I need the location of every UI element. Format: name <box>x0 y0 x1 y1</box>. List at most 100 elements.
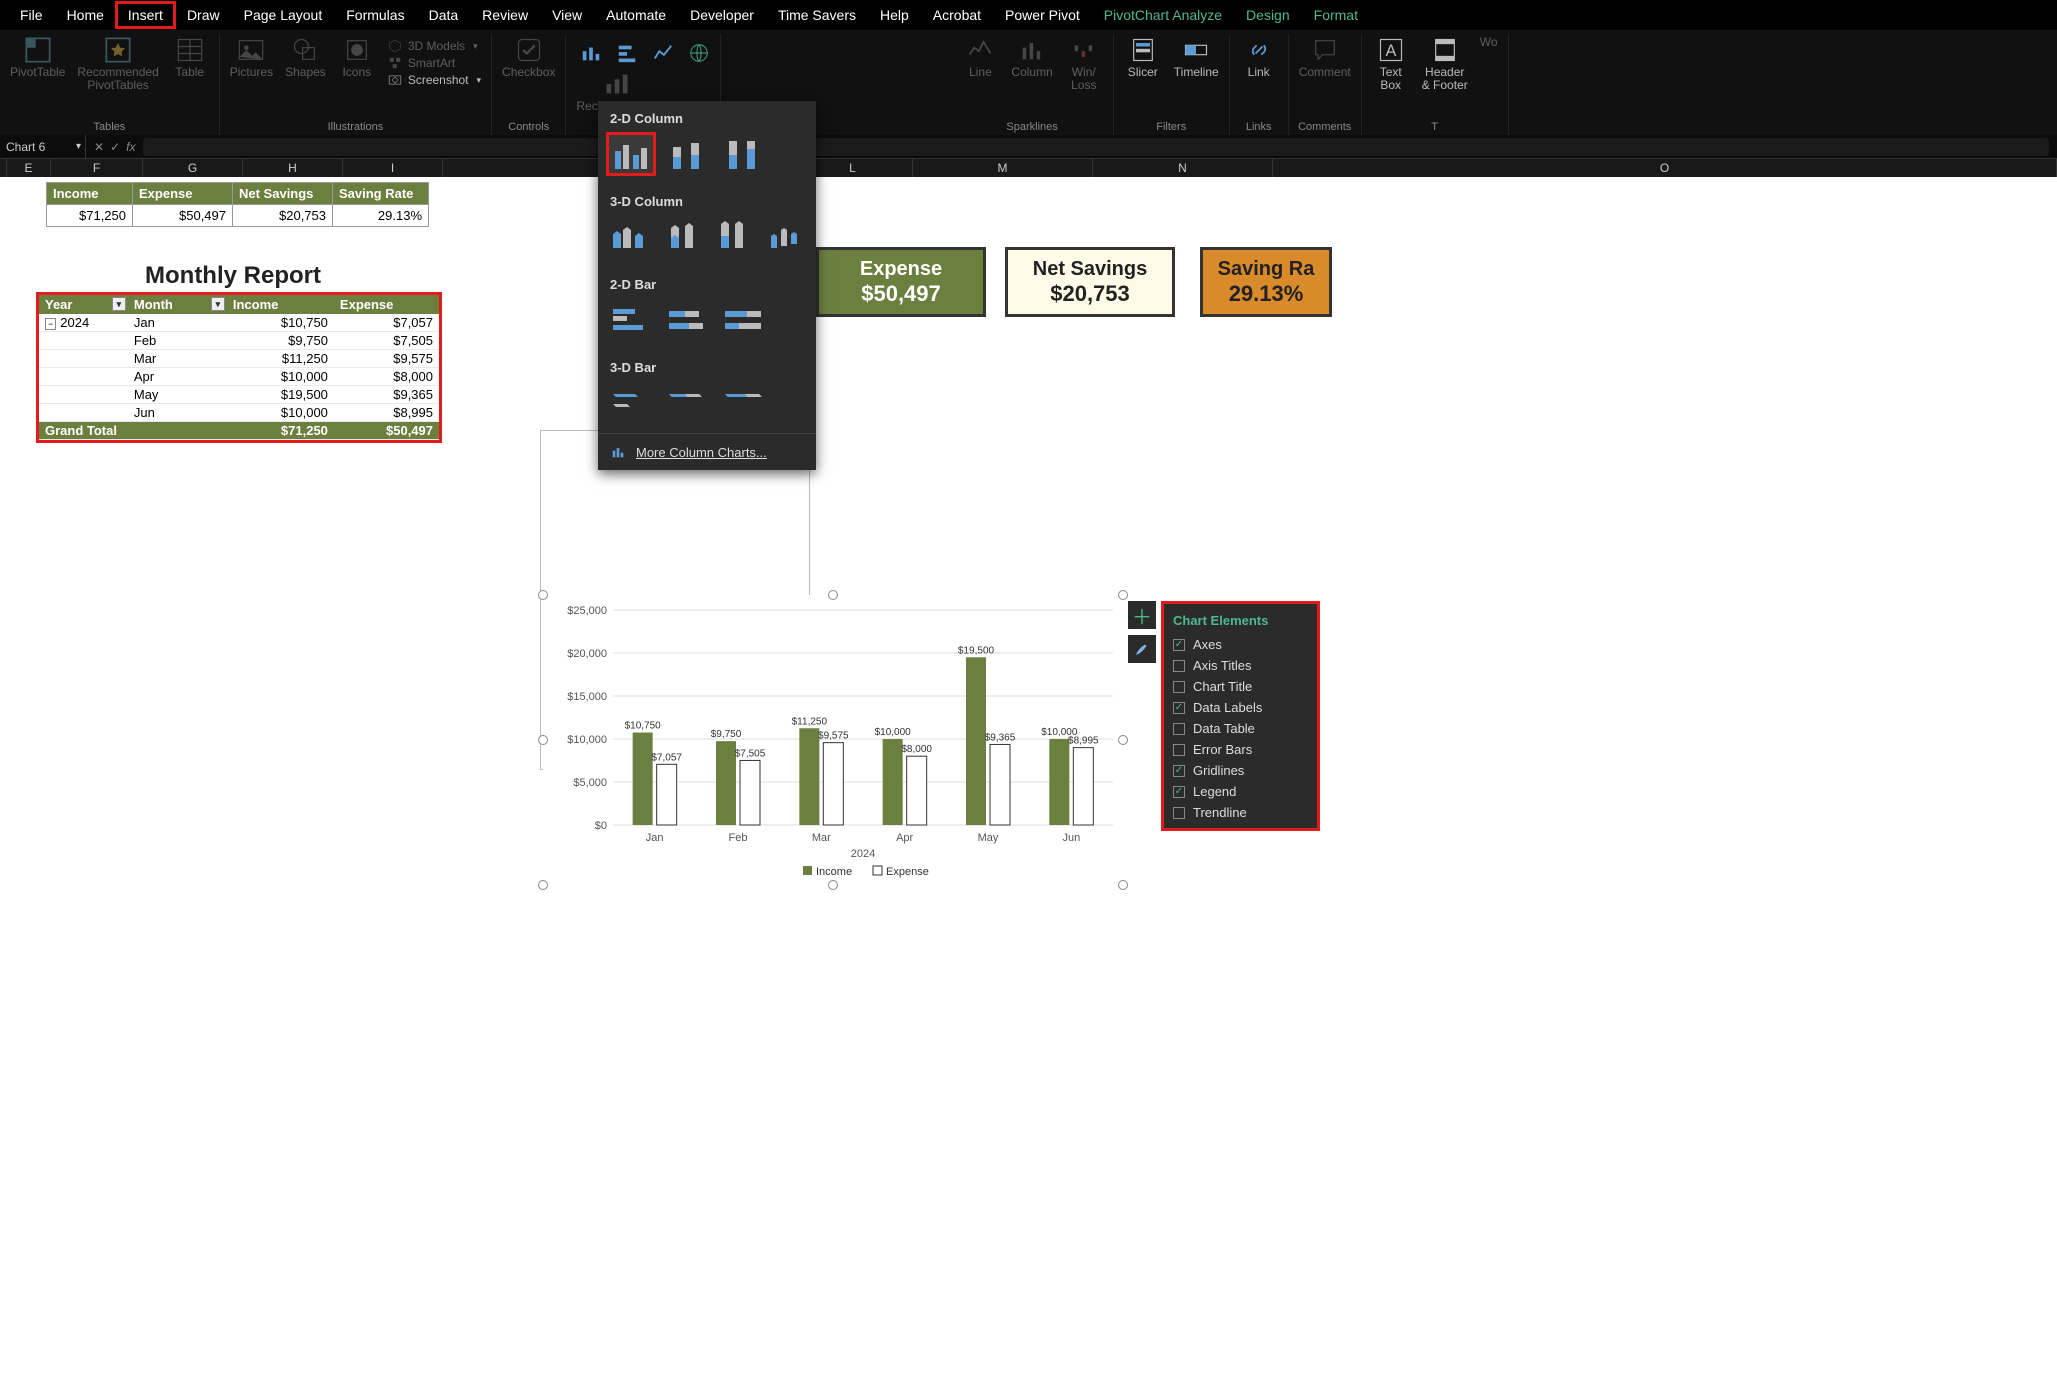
table-button[interactable]: Table <box>167 34 213 81</box>
summary-value[interactable]: $71,250 <box>47 205 133 227</box>
pivot-field-month[interactable]: Month▾ <box>128 295 227 314</box>
cancel-icon[interactable]: ✕ <box>94 140 104 154</box>
menu-tab-home[interactable]: Home <box>55 2 116 28</box>
chart-element-data-labels[interactable]: ✓Data Labels <box>1163 697 1318 718</box>
menu-tab-draw[interactable]: Draw <box>175 2 232 28</box>
svg-text:$15,000: $15,000 <box>567 691 607 703</box>
timeline-button[interactable]: Timeline <box>1170 34 1223 81</box>
menu-tab-design[interactable]: Design <box>1234 2 1302 28</box>
table-row[interactable]: −2024Jan$10,750$7,057 <box>39 314 439 332</box>
ribbon-group-label: Illustrations <box>328 118 384 135</box>
column-chart-dropdown[interactable] <box>580 42 602 64</box>
shapes-button[interactable]: Shapes <box>281 34 330 81</box>
icons-button[interactable]: Icons <box>334 34 380 81</box>
menu-tab-review[interactable]: Review <box>470 2 540 28</box>
menu-tab-developer[interactable]: Developer <box>678 2 766 28</box>
filter-icon[interactable]: ▾ <box>112 297 126 311</box>
menu-tab-power-pivot[interactable]: Power Pivot <box>993 2 1092 28</box>
3d-stacked100-bar-thumb[interactable] <box>720 383 766 423</box>
menu-tab-formulas[interactable]: Formulas <box>334 2 416 28</box>
sparkline-winloss-button[interactable]: Win/ Loss <box>1061 34 1107 94</box>
accept-icon[interactable]: ✓ <box>110 140 120 154</box>
textbox-button[interactable]: AText Box <box>1368 34 1414 94</box>
chart-elements-button[interactable]: ＋ <box>1128 601 1156 629</box>
kpi-expense: Expense$50,497 <box>816 247 986 317</box>
col-M[interactable]: M <box>913 159 1093 177</box>
chart-element-gridlines[interactable]: ✓Gridlines <box>1163 760 1318 781</box>
col-H[interactable]: H <box>243 159 343 177</box>
menu-tab-format[interactable]: Format <box>1302 2 1370 28</box>
3d-column-thumb[interactable] <box>764 217 806 257</box>
fx-icon[interactable]: fx <box>126 140 135 154</box>
menu-tab-automate[interactable]: Automate <box>594 2 678 28</box>
table-row[interactable]: May$19,500$9,365 <box>39 386 439 404</box>
line-chart-icon[interactable] <box>652 42 674 64</box>
menu-tab-acrobat[interactable]: Acrobat <box>921 2 993 28</box>
sparkline-column-button[interactable]: Column <box>1007 34 1056 81</box>
more-column-charts[interactable]: More Column Charts... <box>598 433 816 470</box>
menu-tab-file[interactable]: File <box>8 2 55 28</box>
stacked-column-thumb[interactable] <box>664 134 710 174</box>
pictures-button[interactable]: Pictures <box>226 34 277 81</box>
screenshot-button[interactable]: Screenshot▾ <box>384 72 485 88</box>
col-N[interactable]: N <box>1093 159 1273 177</box>
recommended-pivottables-button[interactable]: Recommended PivotTables <box>73 34 162 94</box>
table-row[interactable]: Jun$10,000$8,995 <box>39 404 439 422</box>
chart-element-axes[interactable]: ✓Axes <box>1163 634 1318 655</box>
menu-tab-insert[interactable]: Insert <box>116 2 175 28</box>
pivottable-button[interactable]: PivotTable <box>6 34 69 81</box>
3d-models-button[interactable]: 3D Models▾ <box>384 38 485 54</box>
header-footer-button[interactable]: Header & Footer <box>1418 34 1472 94</box>
comment-button[interactable]: Comment <box>1295 34 1355 81</box>
stacked-bar-thumb[interactable] <box>664 300 710 340</box>
summary-value[interactable]: $20,753 <box>233 205 333 227</box>
summary-value[interactable]: 29.13% <box>333 205 429 227</box>
col-O[interactable]: O <box>1273 159 2057 177</box>
svg-text:$11,250: $11,250 <box>792 716 828 727</box>
table-row[interactable]: Mar$11,250$9,575 <box>39 350 439 368</box>
menu-tab-page-layout[interactable]: Page Layout <box>232 2 335 28</box>
link-button[interactable]: Link <box>1236 34 1282 81</box>
col-I[interactable]: I <box>343 159 443 177</box>
wordart-button[interactable]: Wo <box>1476 34 1502 51</box>
worksheet[interactable]: Income Expense Net Savings Saving Rate $… <box>0 177 2057 1398</box>
menu-tab-view[interactable]: View <box>540 2 594 28</box>
name-box[interactable]: Chart 6▾ <box>0 135 86 158</box>
3d-stacked-thumb[interactable] <box>660 217 702 257</box>
col-F[interactable]: F <box>51 159 143 177</box>
chart-element-chart-title[interactable]: Chart Title <box>1163 676 1318 697</box>
pivot-field-year[interactable]: Year▾ <box>39 295 128 314</box>
chart-element-axis-titles[interactable]: Axis Titles <box>1163 655 1318 676</box>
col-E[interactable]: E <box>7 159 51 177</box>
bar-chart-icon[interactable] <box>616 42 638 64</box>
clustered-column-thumb[interactable] <box>608 134 654 174</box>
table-row[interactable]: Apr$10,000$8,000 <box>39 368 439 386</box>
table-row[interactable]: Feb$9,750$7,505 <box>39 332 439 350</box>
menu-tab-pivotchart-analyze[interactable]: PivotChart Analyze <box>1092 2 1234 28</box>
chart-element-data-table[interactable]: Data Table <box>1163 718 1318 739</box>
slicer-button[interactable]: Slicer <box>1120 34 1166 81</box>
stacked100-column-thumb[interactable] <box>720 134 766 174</box>
checkbox-button[interactable]: Checkbox <box>498 34 559 81</box>
filter-icon[interactable]: ▾ <box>211 297 225 311</box>
summary-value[interactable]: $50,497 <box>133 205 233 227</box>
3d-clustered-thumb[interactable] <box>608 217 650 257</box>
map-chart-icon[interactable] <box>688 42 710 64</box>
column-chart[interactable]: $0$5,000$10,000$15,000$20,000$25,000$10,… <box>543 595 1123 885</box>
chart-element-error-bars[interactable]: Error Bars <box>1163 739 1318 760</box>
formula-input[interactable] <box>143 138 2049 156</box>
menu-tab-data[interactable]: Data <box>417 2 471 28</box>
chart-element-legend[interactable]: ✓Legend <box>1163 781 1318 802</box>
menu-tab-time-savers[interactable]: Time Savers <box>766 2 868 28</box>
3d-clustered-bar-thumb[interactable] <box>608 383 654 423</box>
3d-stacked100-thumb[interactable] <box>712 217 754 257</box>
chart-element-trendline[interactable]: Trendline <box>1163 802 1318 823</box>
col-G[interactable]: G <box>143 159 243 177</box>
stacked100-bar-thumb[interactable] <box>720 300 766 340</box>
menu-tab-help[interactable]: Help <box>868 2 921 28</box>
3d-stacked-bar-thumb[interactable] <box>664 383 710 423</box>
sparkline-line-button[interactable]: Line <box>957 34 1003 81</box>
smartart-button[interactable]: SmartArt <box>384 55 485 71</box>
chart-styles-button[interactable] <box>1128 635 1156 663</box>
clustered-bar-thumb[interactable] <box>608 300 654 340</box>
